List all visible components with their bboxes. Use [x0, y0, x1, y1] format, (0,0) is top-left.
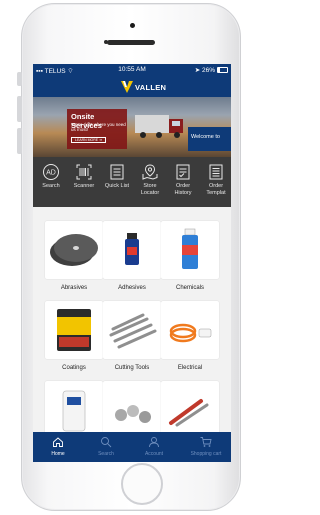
category-label: Coatings [62, 365, 86, 371]
category-fasteners[interactable] [103, 381, 161, 439]
battery-percent: ➤ 26% [194, 67, 215, 74]
quick-link-scanner[interactable]: Scanner [68, 163, 100, 190]
banner-panel: Onsite Services We're right where you ne… [67, 109, 127, 149]
account-icon [149, 437, 159, 448]
quick-link-label: Store Locator [140, 183, 160, 196]
category-adhesives[interactable] [103, 221, 161, 279]
quick-link-label: Search [42, 183, 60, 189]
category-grid: Abrasives Adhesives Chemicals Coatings C… [33, 207, 231, 439]
ad-search-icon: AD [43, 164, 59, 180]
category-electrical[interactable] [161, 301, 219, 359]
truck-illustration [135, 115, 183, 138]
tab-label: Home [51, 451, 65, 457]
dispenser-icon [62, 390, 86, 432]
quick-link-label: Order Templat [206, 183, 226, 196]
svg-text:AD: AD [46, 170, 56, 177]
cart-icon [200, 437, 212, 447]
drill-bits-icon [109, 313, 157, 349]
template-icon [209, 164, 223, 180]
tab-label: Account [144, 451, 164, 457]
quick-link-label: Order History [174, 183, 192, 196]
tab-home[interactable]: Home [35, 436, 81, 457]
spray-can-icon [182, 228, 198, 269]
category-label: Abrasives [60, 285, 88, 291]
banner-subtitle: We're right where you need us most! [71, 122, 126, 132]
hand-tools-icon [169, 399, 209, 427]
vallen-logo-mark-icon [121, 81, 133, 93]
volume-up-button [17, 96, 22, 122]
category-cutting-tools[interactable] [103, 301, 161, 359]
category-label: Cutting Tools [114, 365, 150, 371]
promo-banner[interactable]: Onsite Services We're right where you ne… [33, 97, 231, 157]
quick-link-label: Scanner [73, 183, 95, 189]
app-screen: ▪▪▪ TELUS ⌔ 10:55 AM ➤ 26% VALLEN Onsite… [33, 64, 231, 462]
category-label: Chemicals [175, 285, 204, 291]
glue-bottle-icon [125, 233, 139, 265]
volume-down-button [17, 128, 22, 154]
category-hand-tools[interactable] [161, 381, 219, 439]
banner-right-panel: Welcome to [188, 127, 231, 151]
battery-level [218, 68, 221, 72]
earpiece-speaker [107, 40, 155, 45]
quick-links-bar: AD Search Scanner Quick List Store Locat… [33, 157, 231, 207]
category-chemicals[interactable] [161, 221, 219, 279]
front-camera [130, 23, 135, 28]
paint-can-icon [57, 309, 91, 351]
tab-search[interactable]: Search [83, 436, 129, 457]
abrasive-disc-icon [50, 234, 98, 266]
category-dispensers[interactable] [45, 381, 103, 439]
battery-label: 26% [201, 67, 215, 74]
tab-label: Shopping cart [190, 451, 222, 457]
category-coatings[interactable] [45, 301, 103, 359]
fasteners-icon [115, 405, 151, 423]
learn-more-button[interactable]: LEARN MORE ➔ [71, 137, 107, 143]
tab-shopping-cart[interactable]: Shopping cart [183, 436, 229, 457]
tab-account[interactable]: Account [131, 436, 177, 457]
quick-link-order-template[interactable]: Order Templat [200, 163, 231, 196]
category-label: Electrical [177, 365, 203, 371]
quick-link-label: Quick List [104, 183, 130, 189]
battery-icon [217, 67, 228, 73]
tab-label: Search [98, 451, 114, 457]
list-icon [110, 164, 124, 180]
map-icon [142, 164, 158, 180]
category-label: Adhesives [118, 285, 146, 291]
app-header: VALLEN [33, 76, 231, 97]
quick-link-quick-list[interactable]: Quick List [101, 163, 133, 190]
quick-link-search[interactable]: AD Search [35, 163, 67, 190]
banner-welcome-text: Welcome to [191, 134, 220, 140]
vallen-logo[interactable]: VALLEN [121, 81, 166, 93]
home-button[interactable] [121, 463, 163, 505]
barcode-icon [76, 164, 92, 180]
bottom-tab-bar: Home Search Account Shopping cart [33, 432, 231, 462]
status-bar: ▪▪▪ TELUS ⌔ 10:55 AM ➤ 26% [33, 64, 231, 76]
home-icon [53, 437, 63, 447]
extension-cord-icon [169, 323, 212, 343]
logo-text: VALLEN [135, 83, 167, 92]
mute-switch [17, 72, 22, 86]
quick-link-store-locator[interactable]: Store Locator [134, 163, 166, 196]
history-icon [176, 164, 190, 180]
quick-link-order-history[interactable]: Order History [167, 163, 199, 196]
category-abrasives[interactable] [45, 221, 103, 279]
search-icon [101, 437, 112, 448]
